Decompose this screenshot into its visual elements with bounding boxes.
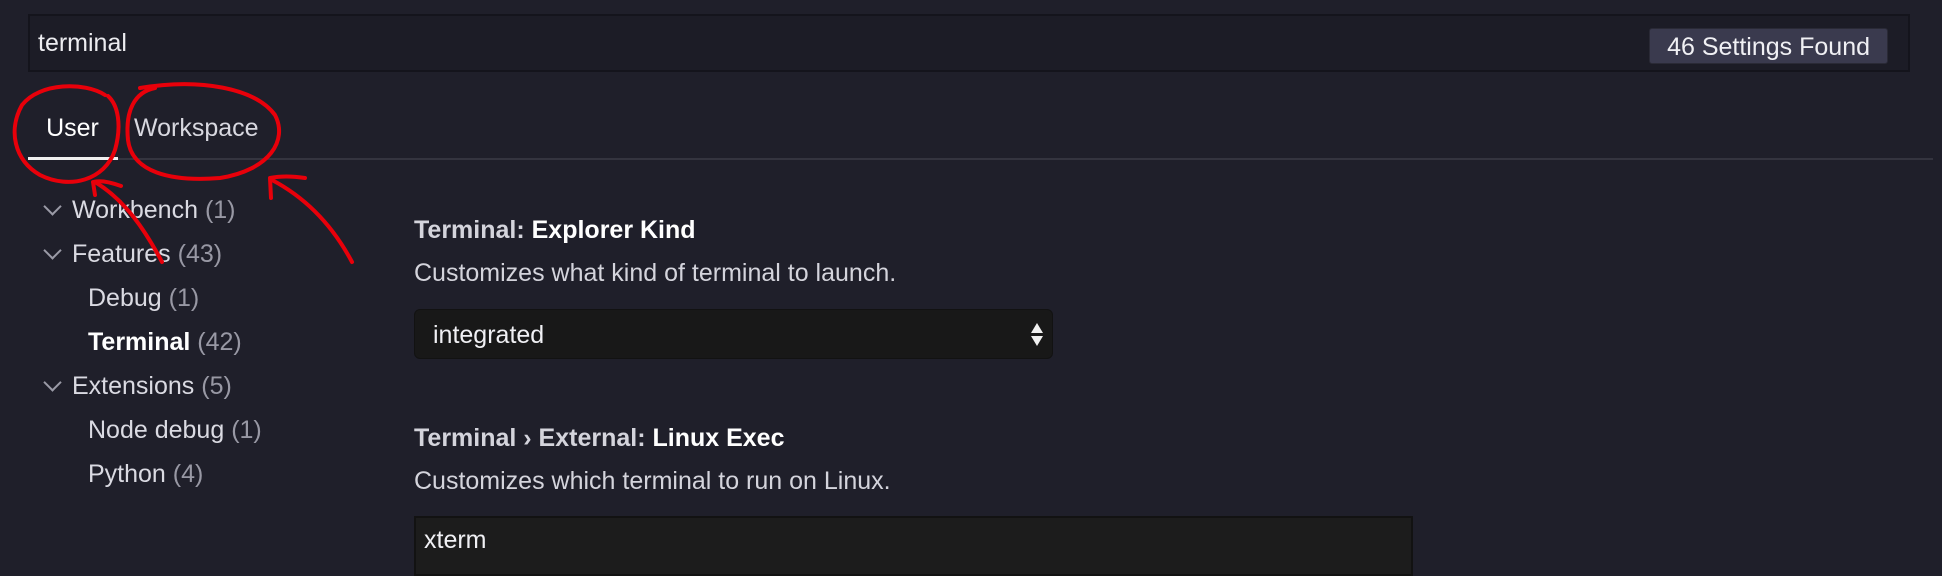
- explorer-kind-select[interactable]: integrated: [414, 309, 1053, 359]
- toc-item-count: (4): [172, 460, 204, 488]
- settings-search-bar: 46 Settings Found: [28, 14, 1910, 72]
- toc-item-count: (1): [231, 416, 262, 444]
- select-value: integrated: [433, 321, 545, 349]
- setting-description: Customizes which terminal to run on Linu…: [414, 467, 891, 495]
- toc-item-label: Terminal: [88, 328, 191, 356]
- tab-user[interactable]: User: [28, 100, 117, 158]
- settings-found-badge: 46 Settings Found: [1649, 28, 1888, 64]
- toc-item-count: (43): [177, 240, 223, 268]
- setting-key: Linux Exec: [652, 424, 785, 452]
- annotation-arrowhead-workspace: [268, 174, 307, 200]
- toc-item-count: (5): [201, 372, 232, 400]
- toc-item-label: Features: [72, 240, 171, 268]
- setting-category: Terminal:: [414, 216, 532, 244]
- tab-workspace[interactable]: Workspace: [134, 100, 259, 158]
- toc-item-label: Python: [88, 460, 166, 488]
- toc-item-label: Workbench: [72, 196, 198, 224]
- toc-item-label: Debug: [88, 284, 162, 312]
- setting-explorer-kind: Terminal: Explorer Kind Customizes what …: [414, 216, 896, 288]
- chevron-down-icon: [43, 241, 62, 260]
- toc-item-count: (42): [197, 328, 242, 356]
- select-updown-icon: [1031, 323, 1043, 347]
- annotation-overlay: [12, 82, 354, 264]
- input-value: xterm: [424, 526, 487, 554]
- settings-search-input[interactable]: [38, 22, 1638, 64]
- toc-item-node-debug[interactable]: Node debug (1): [88, 412, 262, 448]
- toc-item-count: (1): [204, 196, 236, 224]
- toc-item-label: Extensions: [72, 372, 195, 400]
- setting-key: Explorer Kind: [531, 216, 696, 244]
- chevron-down-icon: [43, 373, 62, 392]
- active-tab-indicator: [28, 157, 118, 160]
- setting-title: Terminal › External: Linux Exec: [414, 424, 891, 453]
- setting-linux-exec: Terminal › External: Linux Exec Customiz…: [414, 424, 891, 496]
- toc-item-python[interactable]: Python (4): [88, 456, 203, 492]
- chevron-down-icon: [43, 197, 62, 216]
- tabs-divider: [118, 158, 1933, 160]
- toc-item-debug[interactable]: Debug (1): [88, 280, 199, 316]
- annotation-arrow-workspace: [270, 178, 354, 264]
- setting-title: Terminal: Explorer Kind: [414, 216, 896, 245]
- linux-exec-input[interactable]: xterm: [414, 516, 1413, 576]
- setting-category: Terminal › External:: [414, 424, 653, 452]
- toc-item-label: Node debug: [88, 416, 225, 444]
- toc-item-count: (1): [168, 284, 200, 312]
- toc-item-terminal[interactable]: Terminal (42): [88, 324, 242, 360]
- setting-description: Customizes what kind of terminal to laun…: [414, 259, 897, 287]
